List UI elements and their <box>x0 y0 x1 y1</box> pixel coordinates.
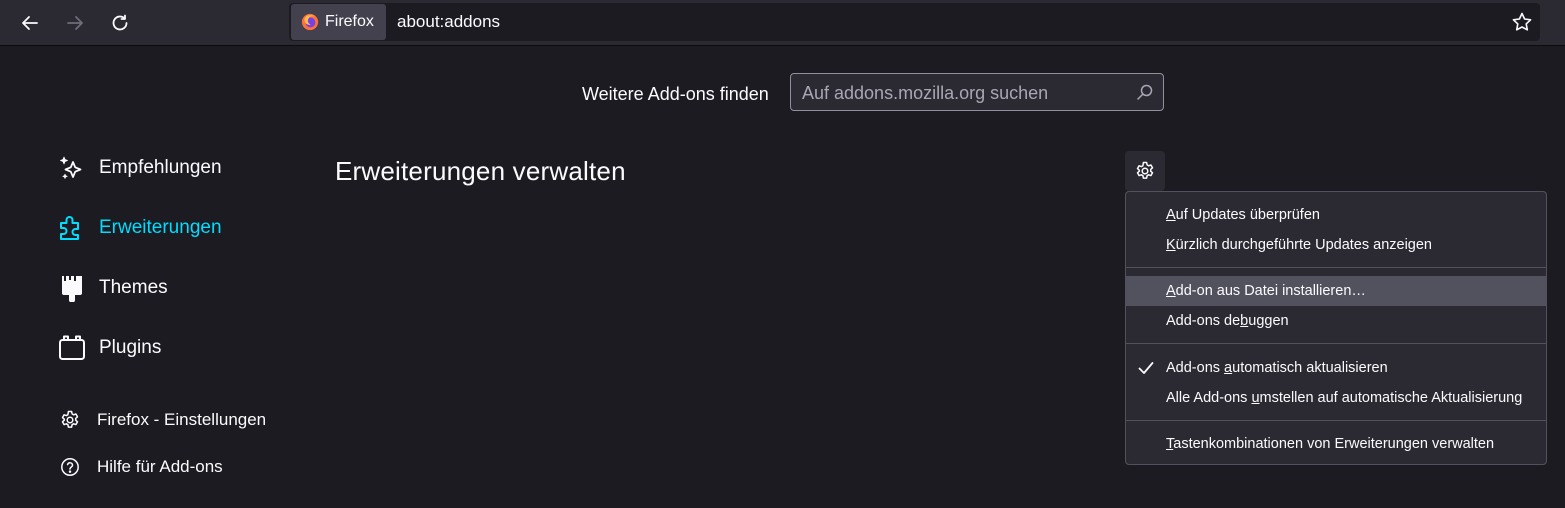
url-text[interactable]: about:addons <box>397 3 500 41</box>
footer-label: Firefox - Einstellungen <box>97 410 267 429</box>
browser-toolbar: Firefox about:addons <box>0 0 1565 46</box>
url-bar[interactable]: Firefox about:addons <box>289 3 1540 41</box>
menu-item-view-recent-updates[interactable]: Kürzlich durchgeführte Updates anzeigen <box>1126 230 1546 260</box>
menu-item-auto-update[interactable]: Add-ons automatisch aktualisieren <box>1126 353 1546 383</box>
arrow-right-icon <box>67 16 83 30</box>
menu-separator <box>1126 420 1546 421</box>
reload-button[interactable] <box>104 7 136 39</box>
search-icon[interactable] <box>1136 83 1154 101</box>
menu-item-manage-shortcuts[interactable]: Tastenkombinationen von Erweiterungen ve… <box>1126 429 1546 459</box>
addons-search-input[interactable] <box>791 74 1134 112</box>
checkmark-icon <box>1138 362 1154 374</box>
bookmark-button[interactable] <box>1508 8 1536 36</box>
brush-icon <box>62 276 82 302</box>
menu-separator <box>1126 343 1546 344</box>
menu-item-check-updates[interactable]: Auf Updates überprüfen <box>1126 200 1546 230</box>
addons-search-box <box>790 73 1164 112</box>
page-title: Erweiterungen verwalten <box>335 156 626 186</box>
category-label: Erweiterungen <box>99 217 222 238</box>
category-recommendations[interactable]: Empfehlungen <box>58 154 222 182</box>
footer-label: Hilfe für Add-ons <box>97 457 223 476</box>
gear-icon <box>1136 161 1154 179</box>
menu-item-debug-addons[interactable]: Add-ons debuggen <box>1126 306 1546 336</box>
category-label: Empfehlungen <box>99 157 222 178</box>
category-extensions[interactable]: Erweiterungen <box>58 214 222 242</box>
reload-icon <box>112 14 128 31</box>
addons-help-link[interactable]: Hilfe für Add-ons <box>60 457 223 477</box>
find-addons-label: Weitere Add-ons finden <box>582 84 769 104</box>
tools-menu: Auf Updates überprüfen Kürzlich durchgef… <box>1125 191 1547 465</box>
category-label: Themes <box>99 277 168 298</box>
category-label: Plugins <box>99 337 162 358</box>
menu-item-install-from-file[interactable]: Add-on aus Datei installieren… <box>1126 276 1546 306</box>
firefox-settings-link[interactable]: Firefox - Einstellungen <box>60 410 266 430</box>
menu-item-reset-auto-update[interactable]: Alle Add-ons umstellen auf automatische … <box>1126 383 1546 413</box>
puzzle-icon <box>60 216 79 240</box>
tools-menu-button[interactable] <box>1125 151 1165 191</box>
firefox-logo-icon <box>301 13 319 31</box>
identity-label: Firefox <box>325 13 374 30</box>
gear-icon <box>61 410 79 428</box>
forward-button[interactable] <box>59 7 91 39</box>
menu-separator <box>1126 267 1546 268</box>
back-button[interactable] <box>14 7 46 39</box>
sparkle-icon <box>60 156 82 179</box>
arrow-left-icon <box>22 16 38 30</box>
help-icon <box>61 458 79 476</box>
category-themes[interactable]: Themes <box>58 274 168 302</box>
star-icon <box>1512 12 1532 31</box>
plugin-icon <box>59 335 85 360</box>
category-plugins[interactable]: Plugins <box>58 334 161 362</box>
identity-box[interactable]: Firefox <box>291 4 386 40</box>
